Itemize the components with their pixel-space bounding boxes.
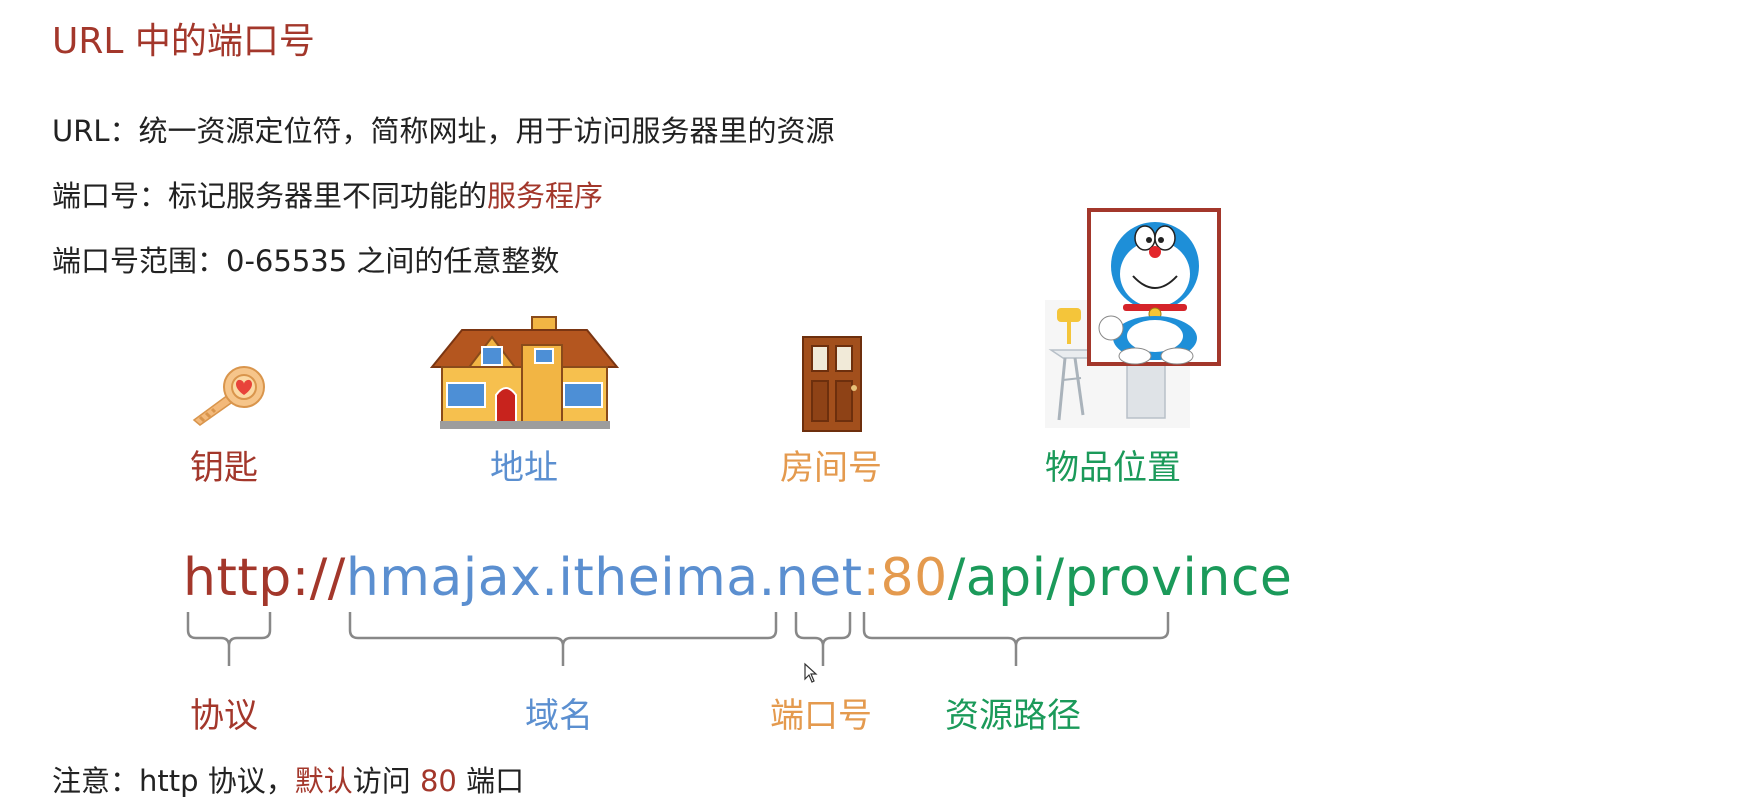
note-middle: 访问 xyxy=(352,764,420,798)
label-port: 端口号 xyxy=(770,696,872,736)
brace-protocol xyxy=(186,612,272,666)
note-highlight: 默认 xyxy=(294,764,353,798)
brace-port xyxy=(794,612,852,666)
note: 注意：http 协议，默认访问 80 端口 xyxy=(52,758,524,800)
note-prefix: 注意：http 协议， xyxy=(52,764,295,798)
url-braces xyxy=(186,612,1170,666)
label-protocol: 协议 xyxy=(190,696,258,736)
brace-path xyxy=(862,612,1170,666)
label-resource-path: 资源路径 xyxy=(945,696,1081,736)
cursor-icon xyxy=(804,662,818,683)
label-domain: 域名 xyxy=(525,696,593,736)
brace-domain xyxy=(348,612,778,666)
note-port-number: 80 xyxy=(419,764,457,798)
note-suffix: 端口 xyxy=(456,764,525,798)
